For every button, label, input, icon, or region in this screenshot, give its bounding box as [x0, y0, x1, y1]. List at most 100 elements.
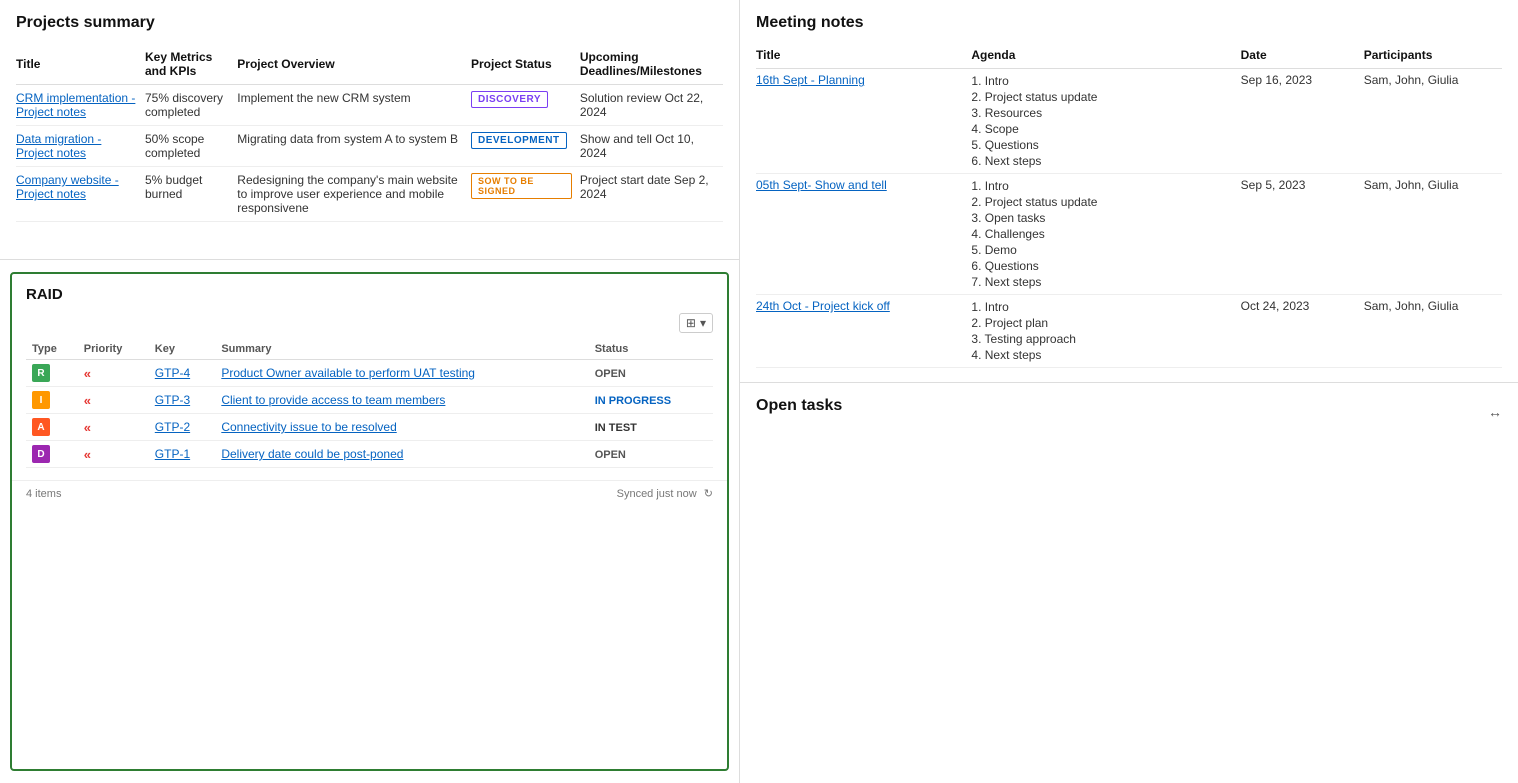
raid-status-badge: IN PROGRESS — [595, 395, 671, 407]
table-row: D«GTP-1Delivery date could be post-poned… — [26, 441, 713, 468]
raid-col-status: Status — [589, 339, 713, 360]
open-tasks-title: Open tasks — [756, 397, 842, 415]
projects-table: Title Key Metricsand KPIs Project Overvi… — [16, 44, 723, 222]
agenda-item: 3. Testing approach — [971, 331, 1232, 347]
table-row: Company website - Project notes 5% budget… — [16, 167, 723, 222]
raid-col-type: Type — [26, 339, 78, 360]
project-deadline: Solution review Oct 22, 2024 — [580, 85, 723, 126]
agenda-item: 2. Project plan — [971, 315, 1232, 331]
agenda-item: 1. Intro — [971, 299, 1232, 315]
project-status-badge: DEVELOPMENT — [471, 132, 567, 149]
raid-priority: « — [78, 414, 149, 441]
agenda-item: 7. Next steps — [971, 274, 1232, 290]
expand-icon[interactable]: ↔ — [1488, 404, 1502, 420]
raid-col-key: Key — [149, 339, 216, 360]
agenda-item: 2. Project status update — [971, 194, 1232, 210]
project-overview: Migrating data from system A to system B — [237, 126, 471, 167]
col-title: Title — [16, 44, 145, 85]
project-deadline: Show and tell Oct 10, 2024 — [580, 126, 723, 167]
project-status-badge: DISCOVERY — [471, 91, 548, 108]
sync-icon: ↻ — [704, 487, 713, 500]
project-metrics: 5% budget burned — [145, 167, 237, 222]
raid-summary-link[interactable]: Product Owner available to perform UAT t… — [221, 366, 475, 380]
raid-type-icon: A — [32, 418, 50, 436]
col-overview: Project Overview — [237, 44, 471, 85]
raid-footer: 4 items Synced just now ↻ — [12, 480, 727, 506]
raid-title: RAID — [26, 286, 713, 303]
agenda-item: 4. Challenges — [971, 226, 1232, 242]
table-row: I « GTP-3 Client to provide access to team … — [26, 387, 713, 414]
raid-key-link[interactable]: GTP-2 — [155, 420, 190, 434]
agenda-item: 4. Next steps — [971, 347, 1232, 363]
raid-summary-link[interactable]: Delivery date could be post-poned — [221, 447, 403, 461]
col-status: Project Status — [471, 44, 580, 85]
meeting-col-title: Title — [756, 44, 971, 69]
raid-status-badge: IN TEST — [595, 422, 637, 434]
project-metrics: 50% scope completed — [145, 126, 237, 167]
view-dropdown-arrow: ▾ — [700, 316, 706, 330]
projects-summary-title: Projects summary — [16, 14, 723, 32]
project-title-link[interactable]: Company website - Project notes — [16, 173, 119, 201]
raid-summary-link[interactable]: Connectivity issue to be resolved — [221, 420, 396, 434]
agenda-item: 3. Resources — [971, 105, 1232, 121]
agenda-item: 2. Project status update — [971, 89, 1232, 105]
table-row: 16th Sept - Planning 1. Intro2. Project s… — [756, 69, 1502, 174]
meeting-date: Sep 16, 2023 — [1241, 69, 1364, 174]
project-title-link[interactable]: Data migration - Project notes — [16, 132, 101, 160]
project-title-link[interactable]: CRM implementation - Project notes — [16, 91, 135, 119]
raid-key-link[interactable]: GTP-3 — [155, 393, 190, 407]
raid-controls: ⊞ ▾ — [26, 313, 713, 333]
raid-priority: « — [78, 360, 149, 387]
meeting-notes-table: Title Agenda Date Participants 16th Sept… — [756, 44, 1502, 368]
priority-icon: « — [84, 447, 91, 462]
meeting-participants: Sam, John, Giulia — [1364, 174, 1502, 295]
meeting-date: Oct 24, 2023 — [1241, 295, 1364, 368]
table-row: CRM implementation - Project notes 75% di… — [16, 85, 723, 126]
raid-col-summary: Summary — [215, 339, 588, 360]
meeting-participants: Sam, John, Giulia — [1364, 69, 1502, 174]
projects-summary-section: Projects summary Title Key Metricsand KP… — [0, 0, 739, 260]
meeting-notes-title: Meeting notes — [756, 14, 1502, 32]
agenda-item: 1. Intro — [971, 178, 1232, 194]
agenda-item: 6. Questions — [971, 258, 1232, 274]
priority-icon: « — [84, 393, 91, 408]
project-overview: Redesigning the company's main website t… — [237, 167, 471, 222]
table-row: 05th Sept- Show and tell 1. Intro2. Proje… — [756, 174, 1502, 295]
raid-priority: « — [78, 441, 149, 468]
project-metrics: 75% discovery completed — [145, 85, 237, 126]
priority-icon: « — [84, 420, 91, 435]
open-tasks-section: Open tasks ↔ — [740, 383, 1518, 783]
meeting-col-date: Date — [1241, 44, 1364, 69]
raid-item-count: 4 items — [26, 488, 61, 500]
meeting-title-link[interactable]: 16th Sept - Planning — [756, 73, 865, 87]
project-overview: Implement the new CRM system — [237, 85, 471, 126]
meeting-title-link[interactable]: 05th Sept- Show and tell — [756, 178, 887, 192]
raid-key-link[interactable]: GTP-1 — [155, 447, 190, 461]
meeting-date: Sep 5, 2023 — [1241, 174, 1364, 295]
table-row: A « GTP-2 Connectivity issue to be resolved… — [26, 414, 713, 441]
raid-type-icon: R — [32, 364, 50, 382]
agenda-item: 5. Demo — [971, 242, 1232, 258]
col-deadlines: UpcomingDeadlines/Milestones — [580, 44, 723, 85]
raid-status-badge: OPEN — [595, 449, 626, 461]
agenda-item: 1. Intro — [971, 73, 1232, 89]
project-status-badge: SOW TO BE SIGNED — [471, 173, 572, 199]
table-row: Data migration - Project notes 50% scope … — [16, 126, 723, 167]
raid-type-icon: I — [32, 391, 50, 409]
raid-view-button[interactable]: ⊞ ▾ — [679, 313, 713, 333]
raid-sync-status: Synced just now ↻ — [617, 487, 713, 500]
meeting-notes-section: Meeting notes Title Agenda Date Particip… — [740, 0, 1518, 383]
agenda-item: 5. Questions — [971, 137, 1232, 153]
meeting-col-agenda: Agenda — [971, 44, 1240, 69]
open-tasks-header: Open tasks ↔ — [756, 397, 1502, 427]
agenda-item: 6. Next steps — [971, 153, 1232, 169]
agenda-item: 3. Open tasks — [971, 210, 1232, 226]
agenda-item: 4. Scope — [971, 121, 1232, 137]
raid-status-badge: OPEN — [595, 368, 626, 380]
meeting-title-link[interactable]: 24th Oct - Project kick off — [756, 299, 890, 313]
raid-summary-link[interactable]: Client to provide access to team members — [221, 393, 445, 407]
priority-icon: « — [84, 366, 91, 381]
raid-table: Type Priority Key Summary Status R«GTP-4… — [26, 339, 713, 468]
table-row: R « GTP-4 Product Owner available to perfor… — [26, 360, 713, 387]
raid-key-link[interactable]: GTP-4 — [155, 366, 190, 380]
